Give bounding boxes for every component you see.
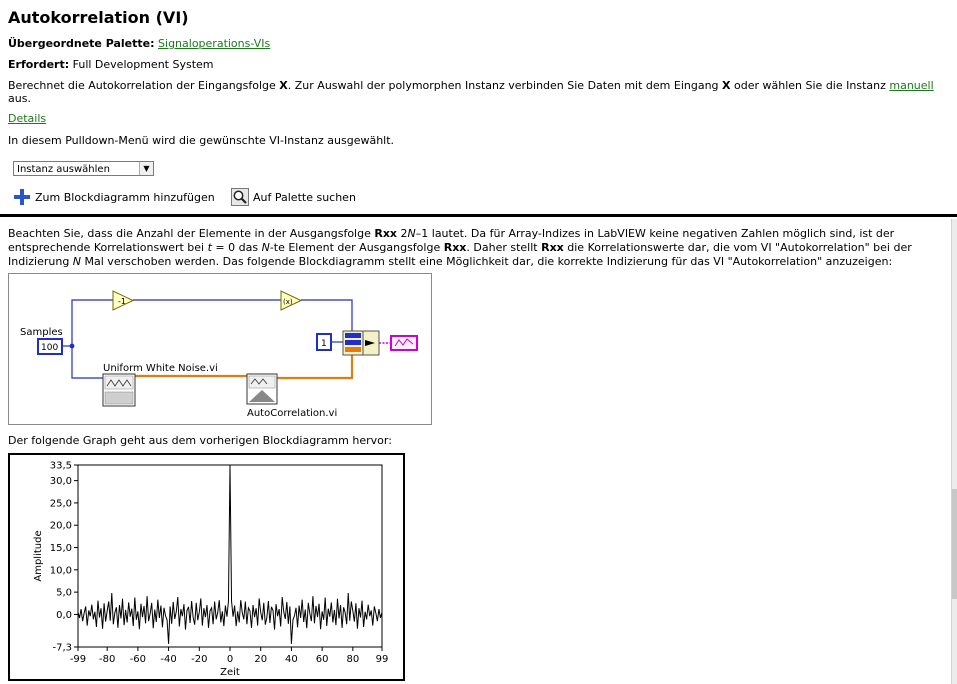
y-tick-label: 5,0 bbox=[56, 588, 72, 599]
manual-link[interactable]: manuell bbox=[889, 79, 933, 92]
y-axis-label: Amplitude bbox=[33, 530, 44, 581]
magnifier-icon bbox=[231, 188, 249, 206]
pulldown-info: In diesem Pulldown-Menü wird die gewünsc… bbox=[8, 134, 395, 147]
scrollbar-thumb[interactable] bbox=[952, 489, 957, 599]
negate-symbol: -1 bbox=[118, 297, 126, 306]
factor-symbol: (x) bbox=[283, 298, 293, 306]
x-tick-label: 60 bbox=[316, 654, 329, 665]
vertical-scrollbar[interactable] bbox=[951, 219, 957, 684]
noise-vi-label: Uniform White Noise.vi bbox=[103, 363, 218, 374]
wire-blue bbox=[71, 299, 113, 346]
input-x-name: X bbox=[722, 79, 731, 92]
palette-label: Übergeordnete Palette: bbox=[8, 37, 155, 50]
note-text: -te Element der Ausgangsfolge bbox=[269, 241, 444, 254]
page-title: Autokorrelation (VI) bbox=[8, 8, 189, 27]
add-to-diagram-label: Zum Blockdiagramm hinzufügen bbox=[35, 190, 215, 204]
wire-blue bbox=[301, 299, 353, 331]
instance-select[interactable]: Instanz auswählen ▼ bbox=[13, 161, 154, 176]
x-tick-label: -20 bbox=[191, 654, 207, 665]
autocorr-vi-label: AutoCorrelation.vi bbox=[247, 408, 337, 419]
wire-orange bbox=[277, 354, 354, 380]
x-tick-label: -80 bbox=[99, 654, 115, 665]
note-text: = 0 das bbox=[211, 241, 262, 254]
x-tick-label: -99 bbox=[70, 654, 86, 665]
note-text: 2 bbox=[397, 227, 408, 240]
y-tick-label: 10,0 bbox=[50, 565, 72, 576]
noise-pattern-icon bbox=[104, 391, 134, 405]
y-tick-label: 25,0 bbox=[50, 498, 72, 509]
details-line: Details bbox=[8, 112, 46, 125]
index-value: 1 bbox=[321, 339, 327, 349]
requires-label: Erfordert: bbox=[8, 58, 70, 71]
x-axis-label: Zeit bbox=[220, 667, 240, 678]
samples-value: 100 bbox=[41, 343, 58, 353]
description-text: Berechnet die Autokorrelation der Eingan… bbox=[8, 79, 280, 92]
note-text: Mal verschoben werden. Das folgende Bloc… bbox=[81, 255, 893, 268]
y-tick-label: 0,0 bbox=[56, 610, 72, 621]
add-to-diagram-button[interactable]: Zum Blockdiagramm hinzufügen bbox=[13, 187, 215, 207]
header-section: Autokorrelation (VI) Übergeordnete Palet… bbox=[0, 0, 957, 214]
block-diagram: -1 (x) Samples 100 1 Uniform White Noise… bbox=[8, 273, 432, 425]
x-tick-label: 99 bbox=[376, 654, 389, 665]
indexing-note: Beachten Sie, dass die Anzahl der Elemen… bbox=[8, 227, 948, 269]
x-tick-label: -60 bbox=[130, 654, 146, 665]
node-terminal bbox=[345, 333, 361, 338]
graph-caption: Der folgende Graph geht aus dem vorherig… bbox=[8, 434, 392, 447]
note-text: Beachten Sie, dass die Anzahl der Elemen… bbox=[8, 227, 375, 240]
y-tick-label: -7,3 bbox=[52, 643, 72, 654]
plus-icon bbox=[13, 188, 31, 206]
block-diagram-canvas: -1 (x) Samples 100 1 Uniform White Noise… bbox=[20, 290, 418, 419]
section-divider bbox=[0, 214, 957, 217]
n-symbol: N bbox=[261, 241, 270, 254]
x-tick-label: -40 bbox=[160, 654, 176, 665]
note-text: . Daher stellt bbox=[466, 241, 542, 254]
y-tick-label: 30,0 bbox=[50, 476, 72, 487]
y-tick-label: 20,0 bbox=[50, 521, 72, 532]
chart-canvas: 33,5 30,0 25,0 20,0 15,0 10,0 5,0 0,0 -7,3-99 -80… bbox=[33, 461, 389, 679]
find-on-palette-label: Auf Palette suchen bbox=[253, 190, 356, 204]
y-tick-label: 15,0 bbox=[50, 543, 72, 554]
wire-blue bbox=[71, 346, 103, 379]
n-symbol: N bbox=[72, 255, 82, 268]
rxx-name: Rxx bbox=[374, 227, 398, 240]
description-text: oder wählen Sie die Instanz bbox=[730, 79, 890, 92]
n-symbol: N bbox=[407, 227, 416, 240]
wire-junction bbox=[69, 343, 75, 349]
palette-link[interactable]: Signaloperations-VIs bbox=[158, 37, 270, 50]
waveform-graph: 33,5 30,0 25,0 20,0 15,0 10,0 5,0 0,0 -7,3 -99 -80… bbox=[8, 453, 405, 681]
description: Berechnet die Autokorrelation der Eingan… bbox=[8, 79, 948, 105]
input-x-name: X bbox=[279, 79, 288, 92]
x-tick-label: 80 bbox=[346, 654, 359, 665]
description-text: . Zur Auswahl der polymorphen Instanz ve… bbox=[287, 79, 723, 92]
samples-label: Samples bbox=[20, 327, 63, 338]
details-link[interactable]: Details bbox=[8, 112, 46, 125]
instance-select-value: Instanz auswählen bbox=[17, 164, 110, 175]
node-terminal bbox=[345, 340, 361, 345]
node-terminal bbox=[345, 347, 361, 352]
y-tick-label: 33,5 bbox=[50, 461, 72, 472]
requires-line: Erfordert: Full Development System bbox=[8, 58, 214, 71]
x-tick-label: 40 bbox=[285, 654, 298, 665]
x-tick-label: 0 bbox=[227, 654, 233, 665]
rxx-name: Rxx bbox=[541, 241, 564, 254]
description-text: aus. bbox=[8, 92, 31, 105]
find-on-palette-button[interactable]: Auf Palette suchen bbox=[231, 187, 356, 207]
requires-value: Full Development System bbox=[72, 58, 214, 71]
parent-palette-line: Übergeordnete Palette: Signaloperations-… bbox=[8, 37, 270, 50]
chevron-down-icon: ▼ bbox=[139, 162, 153, 175]
rxx-name: Rxx bbox=[443, 241, 467, 254]
x-tick-label: 20 bbox=[254, 654, 267, 665]
